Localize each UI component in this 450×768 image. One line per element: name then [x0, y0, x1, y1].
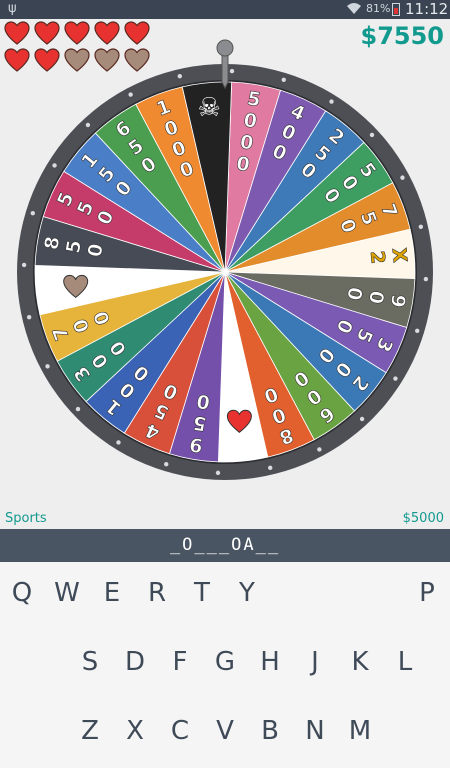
key-t[interactable]: T	[184, 573, 220, 613]
segment-label: 2	[366, 250, 389, 265]
category-label: Sports	[5, 511, 47, 526]
rim-peg	[369, 132, 375, 138]
key-e[interactable]: E	[94, 573, 130, 613]
rim-peg	[317, 447, 322, 452]
rim-peg	[26, 315, 32, 320]
rim-peg	[215, 470, 221, 476]
key-z[interactable]: Z	[72, 711, 108, 751]
rim-peg	[30, 211, 35, 216]
rim-peg	[400, 175, 405, 180]
rim-peg	[415, 328, 420, 333]
key-y[interactable]: Y	[229, 573, 265, 613]
key-s[interactable]: S	[72, 642, 108, 682]
rim-peg	[423, 276, 429, 282]
wheel-pointer	[221, 51, 229, 90]
rim-peg	[359, 416, 365, 422]
rim-peg	[52, 163, 57, 168]
key-x[interactable]: X	[117, 711, 153, 751]
skull-icon: ☠	[198, 93, 221, 123]
puzzle-board: _O___OA__	[0, 529, 450, 562]
key-l[interactable]: L	[387, 642, 423, 682]
rim-peg	[128, 92, 133, 97]
key-v[interactable]: V	[207, 711, 243, 751]
key-k[interactable]: K	[342, 642, 378, 682]
rim-peg	[164, 462, 169, 467]
key-h[interactable]: H	[252, 642, 288, 682]
key-j[interactable]: J	[297, 642, 333, 682]
key-q[interactable]: Q	[4, 573, 40, 613]
rim-peg	[229, 68, 235, 74]
rim-peg	[177, 73, 182, 79]
pointer-knob	[216, 39, 234, 57]
key-r[interactable]: R	[139, 573, 175, 613]
current-prize: $5000	[402, 511, 444, 526]
rim-peg	[21, 262, 27, 268]
key-m[interactable]: M	[342, 711, 378, 751]
segment-label: X	[388, 247, 411, 264]
rim-peg	[418, 224, 424, 229]
key-g[interactable]: G	[207, 642, 243, 682]
key-w[interactable]: W	[49, 573, 85, 613]
key-c[interactable]: C	[162, 711, 198, 751]
rim-peg	[85, 122, 91, 128]
rim-peg	[393, 376, 398, 381]
key-p[interactable]: P	[409, 573, 445, 613]
key-b[interactable]: B	[252, 711, 288, 751]
rim-peg	[45, 364, 50, 369]
rim-peg	[75, 406, 81, 412]
key-f[interactable]: F	[162, 642, 198, 682]
prize-wheel[interactable]: 5000400250 500750X29003502006008009504501…	[0, 0, 450, 510]
rim-peg	[268, 465, 273, 471]
key-n[interactable]: N	[297, 711, 333, 751]
rim-peg	[329, 99, 334, 104]
letter-keyboard: QWERTY P SDFGHJKL ZXCVBNM	[0, 562, 450, 768]
rim-peg	[116, 440, 121, 445]
key-d[interactable]: D	[117, 642, 153, 682]
rim-peg	[281, 77, 286, 82]
